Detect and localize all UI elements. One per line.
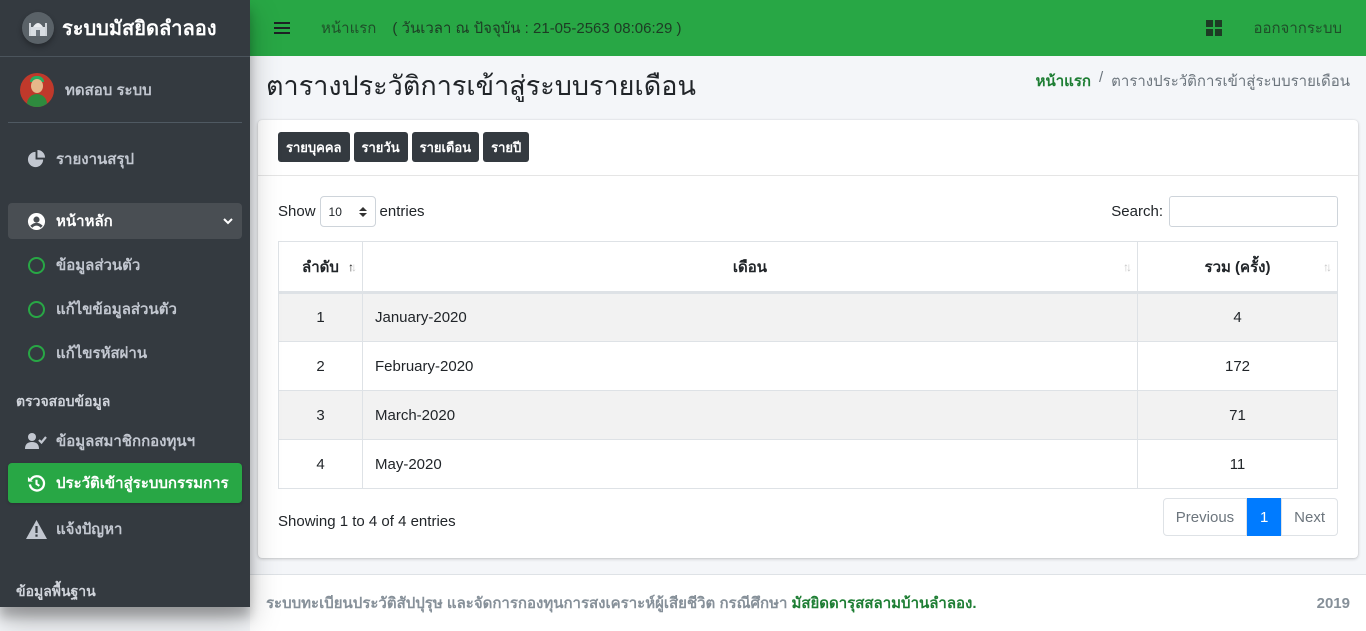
- cell-month: May-2020: [362, 439, 1138, 489]
- user-check-icon: [24, 431, 48, 451]
- warning-icon: [24, 519, 48, 539]
- cell-month: February-2020: [362, 341, 1138, 391]
- search-label: Search:: [1111, 203, 1163, 220]
- sidebar-item-change-password[interactable]: แก้ไขรหัสผ่าน: [8, 331, 242, 375]
- brand-link[interactable]: ระบบมัสยิดลำลอง: [0, 0, 250, 57]
- page-1-button[interactable]: 1: [1247, 498, 1282, 536]
- user-circle-icon: [24, 211, 48, 231]
- logout-link[interactable]: ออกจากระบบ: [1253, 16, 1342, 40]
- table-row: 2 February-2020 172: [278, 341, 1338, 391]
- table-row: 1 January-2020 4: [278, 292, 1338, 342]
- sidebar-item-history[interactable]: ประวัติเข้าสู่ระบบกรรมการ: [8, 463, 242, 503]
- cell-month: January-2020: [362, 292, 1138, 342]
- report-tabs: รายบุคคล รายวัน รายเดือน รายปี: [258, 120, 1358, 176]
- search-input[interactable]: [1169, 196, 1338, 227]
- nav-section-header: ตรวจสอบข้อมูล: [16, 393, 111, 409]
- footer-year: 2019: [1316, 594, 1350, 612]
- cell-total: 4: [1137, 292, 1338, 342]
- sidebar-item-label: ประวัติเข้าสู่ระบบกรรมการ: [56, 475, 229, 492]
- history-icon: [24, 473, 48, 493]
- sidebar-item-label: แก้ไขรหัสผ่าน: [56, 345, 148, 362]
- breadcrumb-home-link[interactable]: หน้าแรก: [1036, 69, 1091, 93]
- nav-section-header: ข้อมูลพื้นฐาน: [16, 583, 96, 599]
- cell-total: 71: [1137, 390, 1338, 440]
- tab-individual-button[interactable]: รายบุคคล: [278, 132, 350, 162]
- column-header-label: รวม (ครั้ง): [1204, 258, 1271, 276]
- entries-select-value: 10: [328, 204, 342, 219]
- sort-asc-icon: ↑↓: [348, 260, 357, 274]
- sidebar-item-main[interactable]: หน้าหลัก: [8, 203, 242, 239]
- sort-icon: ↑↓: [1123, 260, 1132, 274]
- sidebar-item-report-issue[interactable]: แจ้งปัญหา: [8, 507, 242, 551]
- top-navbar: หน้าแรก ( วันเวลา ณ ปัจจุบัน : 21-05-256…: [250, 0, 1366, 56]
- footer-link[interactable]: มัสยิดดารุสสลามบ้านลำลอง.: [791, 591, 976, 615]
- cell-no: 2: [278, 341, 363, 391]
- chevron-down-icon: [222, 214, 234, 231]
- top-home-link[interactable]: หน้าแรก: [321, 16, 376, 40]
- footer: ระบบทะเบียนประวัติสัปปุรุษ และจัดการกองท…: [250, 574, 1366, 631]
- sidebar-item-label: แก้ไขข้อมูลส่วนตัว: [56, 301, 177, 318]
- column-header-month[interactable]: เดือน ↑↓: [362, 241, 1138, 294]
- sidebar-item-report[interactable]: รายงานสรุป: [8, 137, 242, 181]
- circle-icon: [27, 256, 45, 274]
- current-datetime: ( วันเวลา ณ ปัจจุบัน : 21-05-2563 08:06:…: [392, 20, 682, 37]
- cell-no: 1: [278, 292, 363, 342]
- circle-icon: [27, 300, 45, 318]
- tab-yearly-button[interactable]: รายปี: [483, 132, 530, 162]
- history-card: รายบุคคล รายวัน รายเดือน รายปี Show 10 e…: [258, 120, 1358, 558]
- sidebar: ระบบมัสยิดลำลอง ทดสอบ ระบบ รายงานสรุป หน…: [0, 0, 250, 607]
- menu-toggle-icon[interactable]: [274, 22, 290, 34]
- mosque-logo-icon: [22, 12, 54, 44]
- sidebar-item-label: รายงานสรุป: [56, 151, 135, 168]
- sidebar-item-label: แจ้งปัญหา: [56, 521, 123, 538]
- column-header-label: ลำดับ: [302, 258, 339, 276]
- breadcrumb-separator: /: [1098, 69, 1104, 86]
- apps-grid-icon[interactable]: [1206, 20, 1223, 36]
- sidebar-item-members[interactable]: ข้อมูลสมาชิกกองทุนฯ: [8, 419, 242, 463]
- next-button[interactable]: Next: [1281, 498, 1338, 536]
- breadcrumb: หน้าแรก / ตารางประวัติการเข้าสู่ระบบรายเ…: [1036, 69, 1350, 93]
- cell-month: March-2020: [362, 390, 1138, 440]
- cell-total: 172: [1137, 341, 1338, 391]
- history-table: ลำดับ ↑↓ เดือน ↑↓ รวม (ครั้ง) ↑↓ 1 January-…: [278, 241, 1338, 489]
- tab-monthly-button[interactable]: รายเดือน: [411, 132, 480, 162]
- cell-total: 11: [1137, 439, 1338, 489]
- cell-no: 4: [278, 439, 363, 489]
- table-row: 3 March-2020 71: [278, 390, 1338, 440]
- user-avatar: [20, 72, 54, 107]
- user-panel[interactable]: ทดสอบ ระบบ: [8, 57, 242, 123]
- sidebar-item-edit-profile[interactable]: แก้ไขข้อมูลส่วนตัว: [8, 287, 242, 331]
- user-name: ทดสอบ ระบบ: [65, 81, 152, 99]
- show-label: Show: [278, 203, 316, 220]
- column-header-total[interactable]: รวม (ครั้ง) ↑↓: [1137, 241, 1338, 294]
- entries-label: entries: [379, 203, 425, 220]
- page-title: ตารางประวัติการเข้าสู่ระบบรายเดือน: [266, 71, 696, 101]
- brand-title: ระบบมัสยิดลำลอง: [62, 18, 217, 40]
- sidebar-item-label: ข้อมูลสมาชิกกองทุนฯ: [56, 433, 196, 450]
- tab-daily-button[interactable]: รายวัน: [353, 132, 408, 162]
- pie-chart-icon: [24, 149, 48, 169]
- sort-icon: ↑↓: [1323, 260, 1332, 274]
- sidebar-item-label: หน้าหลัก: [56, 213, 113, 230]
- column-header-no[interactable]: ลำดับ ↑↓: [278, 241, 363, 294]
- circle-icon: [27, 344, 45, 362]
- table-row: 4 May-2020 11: [278, 439, 1338, 489]
- sidebar-item-label: ข้อมูลส่วนตัว: [56, 257, 141, 274]
- table-info: Showing 1 to 4 of 4 entries: [278, 513, 456, 530]
- sort-updown-icon: [358, 206, 367, 217]
- sidebar-item-profile[interactable]: ข้อมูลส่วนตัว: [8, 243, 242, 287]
- column-header-label: เดือน: [732, 258, 768, 276]
- pagination: Previous 1 Next: [1162, 498, 1338, 536]
- footer-text: ระบบทะเบียนประวัติสัปปุรุษ และจัดการกองท…: [266, 595, 788, 612]
- cell-no: 3: [278, 390, 363, 440]
- previous-button[interactable]: Previous: [1162, 498, 1248, 536]
- breadcrumb-current: ตารางประวัติการเข้าสู่ระบบรายเดือน: [1111, 73, 1350, 90]
- entries-select[interactable]: 10: [319, 196, 376, 227]
